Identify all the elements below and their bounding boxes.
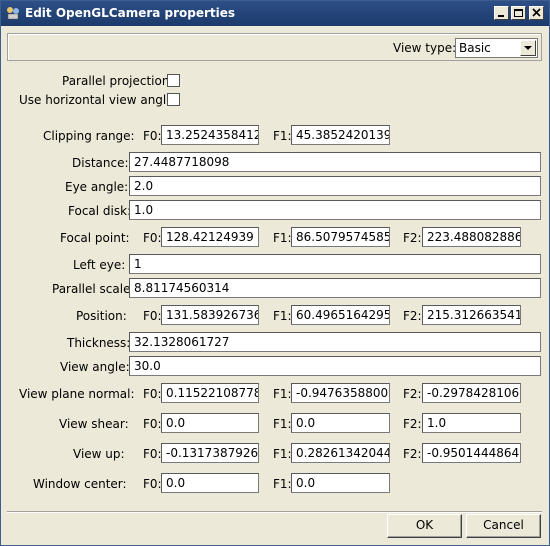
view-up-f2-label: F2: <box>403 447 422 461</box>
view-shear-f1-input[interactable]: 0.0 <box>291 413 390 433</box>
window-center-f0-input[interactable]: 0.0 <box>161 473 259 493</box>
clipping-range-f1-label: F1: <box>273 129 292 143</box>
view-up-label: View up: <box>73 447 125 461</box>
distance-label: Distance: <box>72 156 129 170</box>
left-eye-input[interactable]: 1 <box>129 254 541 274</box>
window-title: Edit OpenGLCamera properties <box>25 6 236 20</box>
view-plane-normal-f2-input[interactable]: -0.29784281066 <box>422 383 521 403</box>
view-plane-normal-f0-input[interactable]: 0.115221087781 <box>161 383 259 403</box>
ok-button[interactable]: OK <box>387 514 462 538</box>
title-bar[interactable]: Edit OpenGLCamera properties <box>1 1 549 26</box>
focal-point-label: Focal point: <box>60 231 130 245</box>
dialog-window: Edit OpenGLCamera properties View type: … <box>0 0 550 546</box>
focal-point-f0-label: F0: <box>143 231 162 245</box>
clipping-range-f0-label: F0: <box>143 129 162 143</box>
position-f2-label: F2: <box>403 309 422 323</box>
view-angle-label: View angle: <box>60 360 130 374</box>
close-icon <box>532 8 541 17</box>
view-shear-f0-label: F0: <box>143 417 162 431</box>
view-angle-input[interactable]: 30.0 <box>129 356 541 376</box>
view-plane-normal-label: View plane normal: <box>19 387 135 401</box>
left-eye-label: Left eye: <box>73 258 126 272</box>
close-button[interactable] <box>529 6 544 20</box>
view-plane-normal-f1-label: F1: <box>273 387 292 401</box>
horizontal-view-angle-checkbox[interactable] <box>167 93 180 106</box>
distance-input[interactable]: 27.4487718098 <box>129 152 541 172</box>
position-f1-input[interactable]: 60.4965164295 <box>291 305 390 325</box>
window-center-f0-label: F0: <box>143 477 162 491</box>
focal-point-f0-input[interactable]: 128.42124939 <box>161 227 259 247</box>
parallel-scale-input[interactable]: 8.81174560314 <box>129 278 541 298</box>
minimize-button[interactable] <box>494 6 509 20</box>
position-f0-input[interactable]: 131.583926736 <box>161 305 259 325</box>
view-up-f0-label: F0: <box>143 447 162 461</box>
window-center-label: Window center: <box>33 477 127 491</box>
app-icon <box>7 7 19 20</box>
view-plane-normal-f0-label: F0: <box>143 387 162 401</box>
parallel-projection-checkbox[interactable] <box>167 74 180 87</box>
cancel-button[interactable]: Cancel <box>466 514 541 538</box>
eye-angle-input[interactable]: 2.0 <box>129 176 541 196</box>
view-plane-normal-f2-label: F2: <box>403 387 422 401</box>
view-up-f0-input[interactable]: -0.13173879264 <box>161 443 259 463</box>
dropdown-button[interactable] <box>520 40 536 56</box>
eye-angle-label: Eye angle: <box>65 180 129 194</box>
focal-point-f1-input[interactable]: 86.5079574585 <box>291 227 390 247</box>
view-shear-f1-label: F1: <box>273 417 292 431</box>
horizontal-view-angle-label: Use horizontal view angle: <box>19 93 178 107</box>
window-center-f1-label: F1: <box>273 477 292 491</box>
window-center-f1-input[interactable]: 0.0 <box>291 473 390 493</box>
position-f0-label: F0: <box>143 309 162 323</box>
parallel-projection-label: Parallel projection: <box>62 74 174 88</box>
maximize-icon <box>514 9 523 17</box>
focal-point-f2-input[interactable]: 223.488082886 <box>422 227 521 247</box>
parallel-scale-label: Parallel scale: <box>52 282 135 296</box>
thickness-label: Thickness: <box>67 336 131 350</box>
view-shear-f2-label: F2: <box>403 417 422 431</box>
view-shear-f2-input[interactable]: 1.0 <box>422 413 521 433</box>
minimize-icon <box>498 15 504 17</box>
view-up-f1-input[interactable]: 0.282613420443 <box>291 443 390 463</box>
clipping-range-label: Clipping range: <box>43 129 135 143</box>
view-shear-f0-input[interactable]: 0.0 <box>161 413 259 433</box>
focal-disk-label: Focal disk: <box>68 204 132 218</box>
focal-point-f1-label: F1: <box>273 231 292 245</box>
position-f1-label: F1: <box>273 309 292 323</box>
view-type-select[interactable]: Basic <box>455 38 538 58</box>
view-type-value: Basic <box>459 41 491 55</box>
position-label: Position: <box>76 309 127 323</box>
view-up-f2-input[interactable]: -0.95014448643 <box>422 443 521 463</box>
position-f2-input[interactable]: 215.312663541 <box>422 305 521 325</box>
thickness-input[interactable]: 32.1328061727 <box>129 332 541 352</box>
view-plane-normal-f1-input[interactable]: -0.94763588000 <box>291 383 390 403</box>
clipping-range-f1-input[interactable]: 45.3852420139 <box>291 125 390 145</box>
view-type-label: View type: <box>393 41 457 55</box>
clipping-range-f0-input[interactable]: 13.2524358412 <box>161 125 259 145</box>
chevron-down-icon <box>524 46 532 50</box>
view-shear-label: View shear: <box>59 417 129 431</box>
focal-point-f2-label: F2: <box>403 231 422 245</box>
maximize-button[interactable] <box>511 6 526 20</box>
view-up-f1-label: F1: <box>273 447 292 461</box>
focal-disk-input[interactable]: 1.0 <box>129 200 541 220</box>
